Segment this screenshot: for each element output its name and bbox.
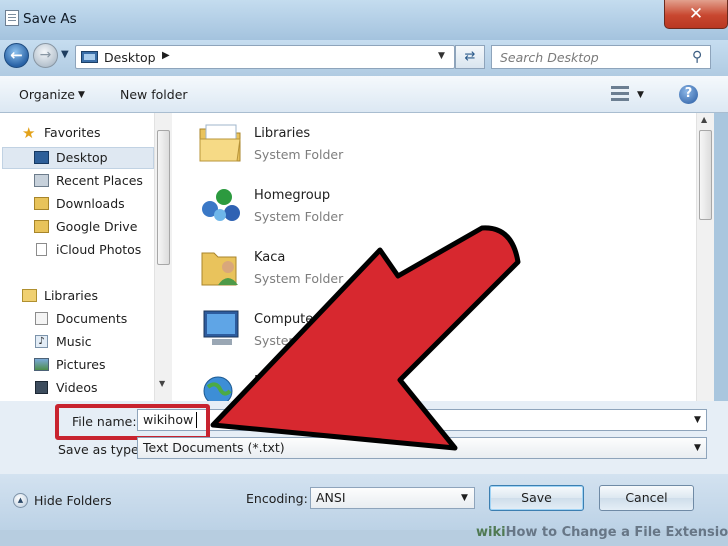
views-icon[interactable] — [611, 85, 629, 103]
libraries-folder-icon — [199, 124, 241, 162]
computer-icon — [203, 310, 239, 345]
pictures-icon — [34, 358, 49, 371]
documents-icon — [35, 312, 48, 325]
user-folder-icon — [201, 252, 238, 286]
back-button[interactable]: ← — [4, 43, 29, 68]
nav-label: Music — [56, 334, 92, 349]
refresh-button[interactable]: ⇄ — [455, 45, 485, 69]
encoding-value: ANSI — [316, 490, 346, 505]
nav-scroll-thumb[interactable] — [157, 130, 170, 265]
help-button[interactable]: ? — [679, 85, 698, 104]
file-name: Computer — [254, 312, 319, 327]
title-bar: Save As — [0, 0, 728, 40]
desktop-folder-icon — [81, 51, 98, 63]
file-list-scrollbar[interactable]: ▲ — [696, 113, 714, 401]
file-name: Libraries — [254, 126, 311, 141]
watermark-text: How to Change a File Extension — [505, 525, 728, 540]
breadcrumb-chevron-icon[interactable]: ▶ — [162, 50, 170, 61]
file-name: Network — [254, 374, 309, 389]
search-icon[interactable]: ⚲ — [692, 49, 702, 65]
file-name-dropdown-icon[interactable]: ▼ — [694, 415, 701, 425]
save-button[interactable]: Save — [489, 485, 584, 511]
nav-scrollbar[interactable]: ▼ — [154, 113, 172, 401]
recent-places-icon — [34, 174, 49, 187]
encoding-dropdown-icon[interactable]: ▼ — [461, 493, 468, 503]
collapse-icon[interactable]: ▲ — [13, 493, 28, 508]
address-dropdown-icon[interactable]: ▼ — [438, 51, 445, 61]
hide-folders-button[interactable]: Hide Folders — [34, 493, 112, 508]
nav-label: Recent Places — [56, 173, 143, 188]
desktop-icon — [34, 151, 49, 164]
file-type: System Folder — [254, 147, 344, 162]
close-button[interactable]: ✕ — [664, 0, 728, 29]
organize-button[interactable]: Organize — [19, 87, 75, 102]
file-type: System Folder — [254, 271, 344, 286]
forward-button[interactable]: → — [33, 43, 58, 68]
save-type-label: Save as type: — [58, 442, 143, 457]
recent-pages-chevron-icon[interactable]: ▼ — [61, 49, 71, 60]
nav-label: iCloud Photos — [56, 242, 142, 257]
window-title: Save As — [23, 11, 77, 27]
nav-label: Desktop — [56, 150, 108, 165]
encoding-select[interactable]: ANSI ▼ — [310, 487, 475, 509]
list-item[interactable]: Homegroup System Folder — [194, 175, 594, 233]
nav-label: Documents — [56, 311, 128, 326]
organize-dropdown-icon[interactable]: ▼ — [78, 90, 85, 100]
cancel-button[interactable]: Cancel — [599, 485, 694, 511]
nav-label: Favorites — [44, 125, 101, 140]
nav-label: Libraries — [44, 288, 98, 303]
nav-label: Videos — [56, 380, 98, 395]
downloads-icon — [34, 197, 49, 210]
encoding-label: Encoding: — [246, 491, 308, 506]
save-type-dropdown-icon[interactable]: ▼ — [694, 443, 701, 453]
file-name-highlight-box — [55, 404, 210, 440]
star-icon: ★ — [22, 124, 36, 142]
file-type: System Folder — [254, 209, 344, 224]
document-icon — [36, 243, 47, 256]
new-folder-button[interactable]: New folder — [120, 87, 188, 102]
homegroup-icon — [202, 189, 240, 221]
file-list: Libraries System Folder Homegroup System… — [172, 113, 696, 410]
command-toolbar: Organize ▼ New folder ▼ ? — [0, 76, 728, 113]
libraries-icon — [22, 289, 37, 302]
scroll-down-icon[interactable]: ▼ — [159, 379, 165, 388]
watermark: wikiHow to Change a File Extension — [476, 525, 728, 540]
address-location: Desktop — [104, 50, 156, 65]
scroll-up-icon[interactable]: ▲ — [701, 115, 707, 124]
watermark-brand: wiki — [476, 525, 506, 540]
file-list-scroll-thumb[interactable] — [699, 130, 712, 220]
search-placeholder: Search Desktop — [500, 50, 599, 65]
nav-label: Pictures — [56, 357, 106, 372]
list-item[interactable]: Computer System Folder — [194, 299, 594, 357]
file-name: Kaca — [254, 250, 286, 265]
file-name-input[interactable]: wikihow ▼ — [137, 409, 707, 431]
navigation-pane: ★ Favorites Desktop Recent Places Downlo… — [0, 113, 172, 401]
address-row: ← → ▼ Desktop ▶ ▼ ⇄ Search Desktop ⚲ — [0, 40, 728, 76]
videos-icon — [35, 381, 48, 394]
music-icon: ♪ — [35, 335, 48, 348]
file-type: System Folder — [254, 333, 344, 348]
file-name: Homegroup — [254, 188, 331, 203]
nav-label: Downloads — [56, 196, 125, 211]
save-type-select[interactable]: Text Documents (*.txt) ▼ — [137, 437, 707, 459]
notepad-app-icon — [5, 10, 19, 26]
address-bar[interactable]: Desktop ▶ ▼ — [75, 45, 455, 69]
views-dropdown-icon[interactable]: ▼ — [637, 90, 644, 100]
search-input[interactable]: Search Desktop ⚲ — [491, 45, 711, 69]
list-item[interactable]: Libraries System Folder — [194, 113, 594, 171]
dialog-footer: ▲ Hide Folders Encoding: ANSI ▼ Save Can… — [0, 474, 728, 530]
nav-label: Google Drive — [56, 219, 138, 234]
google-drive-icon — [34, 220, 49, 233]
save-type-value: Text Documents (*.txt) — [143, 440, 285, 455]
list-item[interactable]: Kaca System Folder — [194, 237, 594, 295]
